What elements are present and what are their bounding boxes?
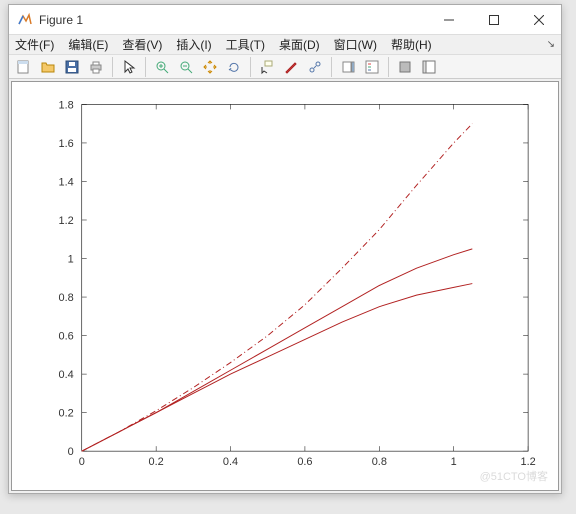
svg-text:1: 1: [68, 254, 74, 266]
menu-edit[interactable]: 编辑(E): [68, 36, 108, 53]
colorbar-button[interactable]: [337, 56, 359, 78]
data-cursor-button[interactable]: [256, 56, 278, 78]
svg-text:0.6: 0.6: [59, 331, 74, 343]
svg-text:0: 0: [68, 447, 74, 459]
show-tools-button[interactable]: [418, 56, 440, 78]
print-button[interactable]: [85, 56, 107, 78]
zoom-in-button[interactable]: [151, 56, 173, 78]
menu-bar: 文件(F) 编辑(E) 查看(V) 插入(I) 工具(T) 桌面(D) 窗口(W…: [9, 35, 561, 54]
chart-svg: 0 0.2 0.4 0.6 0.8 1 1.2 0 0.2 0.4 0.6 0.8 1 1.2 1.4 1.6…: [12, 82, 558, 490]
menu-window[interactable]: 窗口(W): [334, 36, 377, 53]
svg-text:0: 0: [79, 457, 85, 469]
new-figure-button[interactable]: [13, 56, 35, 78]
pan-button[interactable]: [199, 56, 221, 78]
menu-insert[interactable]: 插入(I): [176, 36, 211, 53]
close-button[interactable]: [516, 5, 561, 35]
svg-text:1.8: 1.8: [59, 100, 74, 112]
menu-tools[interactable]: 工具(T): [226, 36, 265, 53]
svg-text:1: 1: [451, 457, 457, 469]
svg-text:0.2: 0.2: [149, 457, 164, 469]
window-buttons: [426, 5, 561, 35]
toolbar-separator: [388, 57, 389, 77]
pointer-button[interactable]: [118, 56, 140, 78]
svg-text:1.4: 1.4: [59, 177, 74, 189]
window-title: Figure 1: [39, 13, 426, 27]
save-button[interactable]: [61, 56, 83, 78]
legend-button[interactable]: [361, 56, 383, 78]
title-bar: Figure 1: [9, 5, 561, 35]
plot-area[interactable]: 0 0.2 0.4 0.6 0.8 1 1.2 0 0.2 0.4 0.6 0.8 1 1.2 1.4 1.6…: [11, 81, 559, 491]
toolbar-separator: [331, 57, 332, 77]
toolbar: [9, 54, 561, 79]
svg-text:0.8: 0.8: [372, 457, 387, 469]
rotate-button[interactable]: [223, 56, 245, 78]
watermark: @51CTO博客: [480, 468, 548, 484]
svg-text:1.6: 1.6: [59, 138, 74, 150]
svg-text:0.8: 0.8: [59, 293, 74, 305]
svg-text:0.2: 0.2: [59, 408, 74, 420]
hide-tools-button[interactable]: [394, 56, 416, 78]
menu-view[interactable]: 查看(V): [122, 36, 162, 53]
menu-desktop[interactable]: 桌面(D): [279, 36, 320, 53]
svg-text:1.2: 1.2: [521, 457, 536, 469]
svg-text:0.6: 0.6: [297, 457, 312, 469]
maximize-button[interactable]: [471, 5, 516, 35]
open-button[interactable]: [37, 56, 59, 78]
minimize-button[interactable]: [426, 5, 471, 35]
zoom-out-button[interactable]: [175, 56, 197, 78]
figure-window: Figure 1 文件(F) 编辑(E) 查看(V) 插入(I) 工具(T) 桌…: [8, 4, 562, 494]
svg-text:0.4: 0.4: [223, 457, 238, 469]
menu-file[interactable]: 文件(F): [15, 36, 54, 53]
toolbar-separator: [250, 57, 251, 77]
svg-text:1.2: 1.2: [59, 215, 74, 227]
toolbar-separator: [145, 57, 146, 77]
link-button[interactable]: [304, 56, 326, 78]
menu-help[interactable]: 帮助(H): [391, 36, 432, 53]
menu-overflow-icon[interactable]: ↘: [547, 39, 555, 50]
brush-button[interactable]: [280, 56, 302, 78]
matlab-icon: [17, 12, 33, 28]
toolbar-separator: [112, 57, 113, 77]
svg-text:0.4: 0.4: [59, 370, 74, 382]
